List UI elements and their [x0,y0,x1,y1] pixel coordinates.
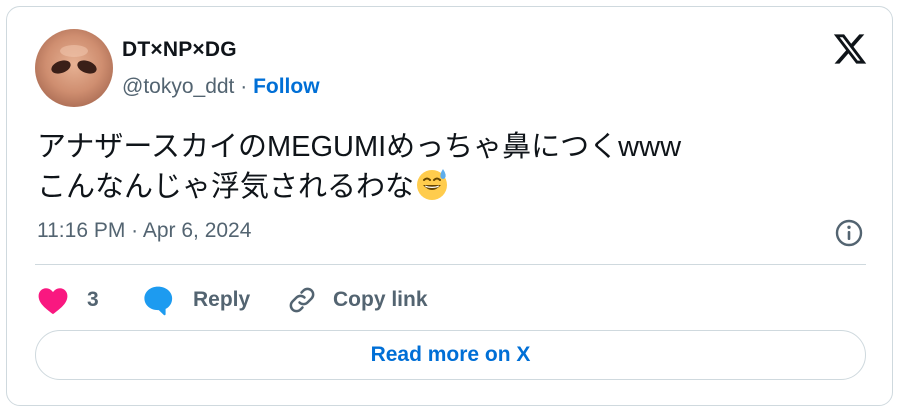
x-logo-icon[interactable] [832,31,868,67]
author-handle-row: @tokyo_ddt · Follow [122,75,320,99]
reply-label: Reply [193,288,251,311]
like-button[interactable]: 3 [37,283,99,317]
follow-link[interactable]: Follow [253,75,320,98]
tweet-text-line-2: こんなんじゃ浮気されるわな [37,166,681,206]
author-handle[interactable]: @tokyo_ddt [122,75,234,98]
reply-button[interactable]: Reply [141,283,250,317]
tweet-text: アナザースカイのMEGUMIめっちゃ鼻につくwww こんなんじゃ浮気されるわな [37,129,681,206]
info-icon[interactable] [834,218,864,248]
tweet-text-line-1: アナザースカイのMEGUMIめっちゃ鼻につくwww [37,131,682,163]
copy-link-label: Copy link [333,288,428,311]
author-display-name[interactable]: DT×NP×DG [122,38,237,62]
separator: · [234,75,254,98]
tweet-text-line-2-text: こんなんじゃ浮気されるわな [37,171,415,203]
heart-icon [37,285,69,315]
divider [35,264,866,265]
like-count: 3 [87,288,99,311]
read-more-label: Read more on X [370,343,531,366]
avatar[interactable] [35,29,113,107]
speech-bubble-icon [141,284,175,316]
copy-link-button[interactable]: Copy link [287,283,428,317]
tweet-timestamp[interactable]: 11:16 PM · Apr 6, 2024 [37,219,251,243]
grinning-face-with-sweat-icon [414,166,450,202]
read-more-button[interactable]: Read more on X [35,330,866,380]
link-icon [287,285,317,315]
tweet-card: DT×NP×DG @tokyo_ddt · Follow アナザースカイのMEG… [6,6,893,406]
